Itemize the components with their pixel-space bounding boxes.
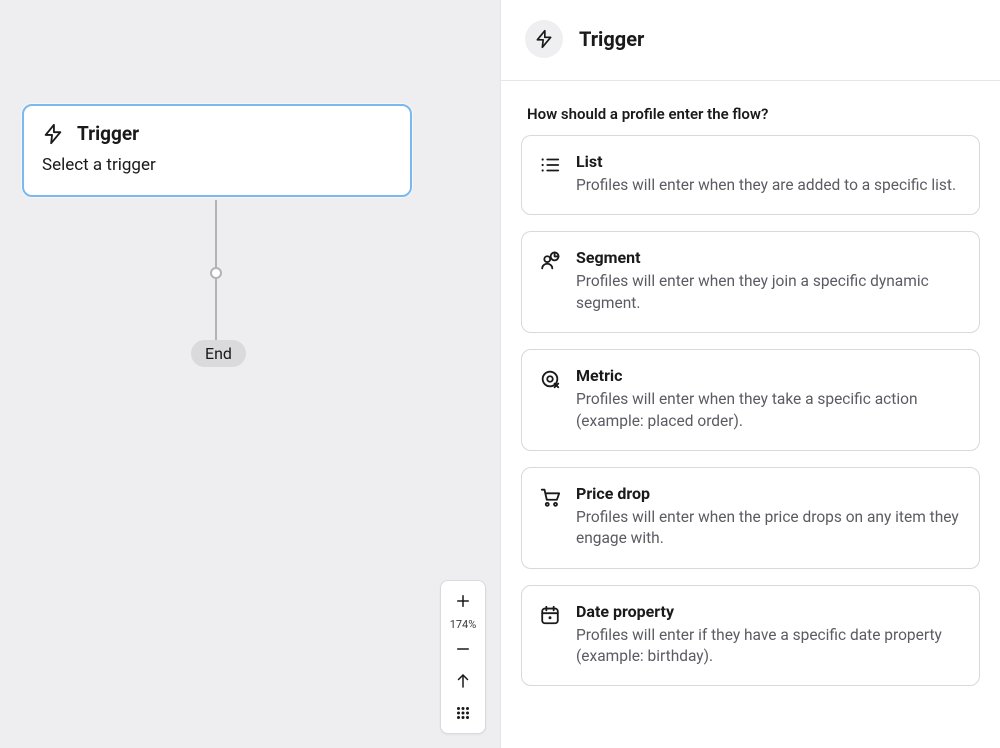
- option-desc: Profiles will enter when they take a spe…: [576, 389, 961, 432]
- panel-title: Trigger: [579, 27, 644, 51]
- option-title: Price drop: [576, 484, 961, 503]
- trigger-option-metric[interactable]: Metric Profiles will enter when they tak…: [521, 349, 980, 451]
- metric-icon: [538, 366, 562, 432]
- trigger-option-date-property[interactable]: Date property Profiles will enter if the…: [521, 585, 980, 687]
- zoom-reset-button[interactable]: [441, 665, 485, 697]
- zoom-out-button[interactable]: [441, 633, 485, 665]
- list-icon: [538, 152, 562, 196]
- option-title: Segment: [576, 248, 961, 267]
- zoom-grid-button[interactable]: [441, 697, 485, 729]
- trigger-config-panel: Trigger How should a profile enter the f…: [500, 0, 1000, 748]
- option-desc: Profiles will enter when they join a spe…: [576, 271, 961, 314]
- option-title: List: [576, 152, 961, 171]
- panel-header: Trigger: [501, 0, 1000, 81]
- option-desc: Profiles will enter when the price drops…: [576, 507, 961, 550]
- trigger-option-segment[interactable]: Segment Profiles will enter when they jo…: [521, 231, 980, 333]
- option-title: Metric: [576, 366, 961, 385]
- cart-icon: [538, 484, 562, 550]
- segment-icon: [538, 248, 562, 314]
- end-node: End: [191, 340, 246, 367]
- trigger-option-list[interactable]: List Profiles will enter when they are a…: [521, 135, 980, 215]
- zoom-in-button[interactable]: [441, 585, 485, 617]
- option-desc: Profiles will enter when they are added …: [576, 175, 961, 196]
- option-title: Date property: [576, 602, 961, 621]
- trigger-node-subtitle: Select a trigger: [42, 155, 392, 175]
- lightning-icon: [42, 123, 64, 145]
- trigger-node[interactable]: Trigger Select a trigger: [22, 104, 412, 197]
- calendar-icon: [538, 602, 562, 668]
- option-desc: Profiles will enter if they have a speci…: [576, 625, 961, 668]
- connector-handle[interactable]: [210, 267, 222, 279]
- zoom-percent: 174%: [450, 617, 477, 633]
- panel-subtitle: How should a profile enter the flow?: [527, 105, 976, 123]
- trigger-node-title: Trigger: [77, 122, 139, 145]
- trigger-option-price-drop[interactable]: Price drop Profiles will enter when the …: [521, 467, 980, 569]
- flow-canvas[interactable]: Trigger Select a trigger End 174%: [0, 0, 500, 748]
- lightning-icon: [525, 20, 563, 58]
- zoom-toolbox: 174%: [440, 580, 486, 734]
